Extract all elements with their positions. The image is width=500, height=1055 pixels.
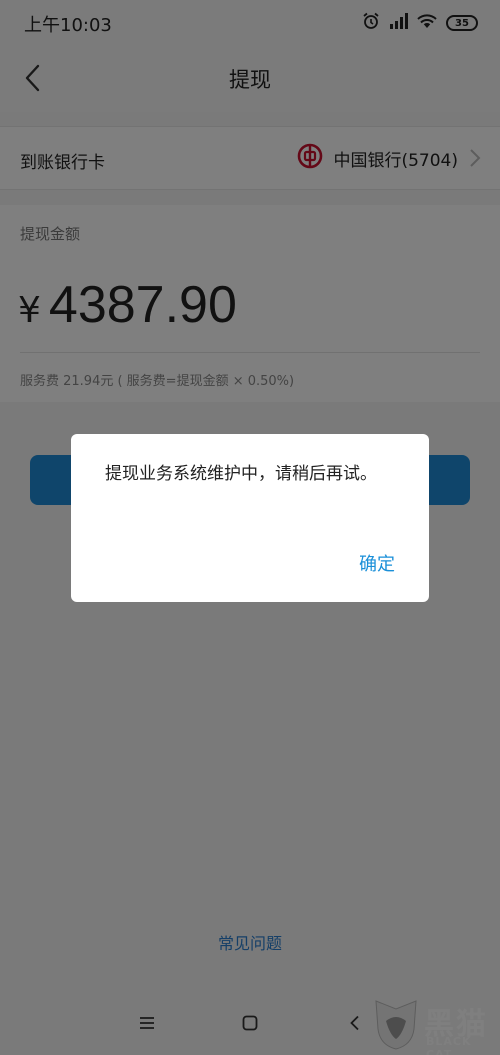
alert-dialog: 提现业务系统维护中，请稍后再试。 确定 xyxy=(71,434,429,602)
dialog-message: 提现业务系统维护中，请稍后再试。 xyxy=(105,464,377,484)
confirm-button[interactable]: 确定 xyxy=(359,550,395,576)
